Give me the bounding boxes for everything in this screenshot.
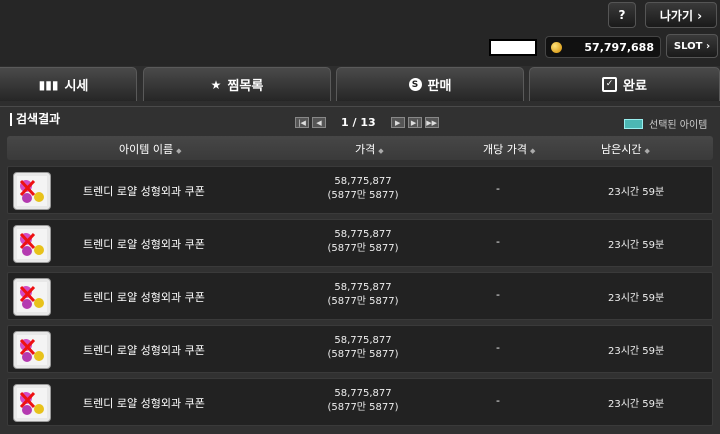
remaining-time: 23시간 59분 xyxy=(608,399,665,410)
last-page-icon[interactable]: ▶▶ xyxy=(424,117,439,128)
unit-price: - xyxy=(496,341,500,354)
sort-icon: ◆ xyxy=(378,147,384,155)
column-remaining-time[interactable]: 남은시간 ◆ xyxy=(601,141,650,157)
column-price[interactable]: 가격 ◆ xyxy=(355,141,384,157)
unit-price: - xyxy=(496,235,500,248)
price-korean: (5877만 5877) xyxy=(327,349,399,360)
item-icon xyxy=(13,278,51,316)
item-price: 58,775,877 (5877만 5877) xyxy=(313,175,413,203)
item-name: 트렌디 로얄 성형외과 쿠폰 xyxy=(83,185,205,198)
selected-label: 선택된 아이템 xyxy=(649,120,708,131)
table-header: 아이템 이름 ◆ 가격 ◆ 개당 가격 ◆ 남은시간 ◆ xyxy=(7,136,713,160)
sort-icon: ◆ xyxy=(529,147,536,155)
column-label: 가격 xyxy=(355,143,376,156)
item-price: 58,775,877 (5877만 5877) xyxy=(313,228,413,256)
price-value: 58,775,877 xyxy=(334,335,392,346)
first-page-icon[interactable]: |◀ xyxy=(295,117,309,128)
item-icon xyxy=(13,331,51,369)
column-unit-price[interactable]: 개당 가격 ◆ xyxy=(483,141,535,157)
remaining-time: 23시간 59분 xyxy=(608,240,665,251)
next-page-icon[interactable]: ▶ xyxy=(390,117,405,128)
tab-label: 판매 xyxy=(427,79,452,94)
meso-coin-icon xyxy=(551,41,562,53)
table-row[interactable]: 트렌디 로얄 성형외과 쿠폰 58,775,877 (5877만 5877) - … xyxy=(7,325,713,373)
help-button[interactable]: ? xyxy=(608,2,636,28)
column-label: 아이템 이름 xyxy=(119,143,174,156)
character-name-box xyxy=(489,39,537,56)
price-korean: (5877만 5877) xyxy=(327,296,399,307)
price-korean: (5877만 5877) xyxy=(327,402,399,413)
table-row[interactable]: 트렌디 로얄 성형외과 쿠폰 58,775,877 (5877만 5877) - … xyxy=(7,378,713,426)
price-value: 58,775,877 xyxy=(334,176,392,187)
bar-chart-icon: ▮▮▮ xyxy=(38,77,59,92)
column-label: 개당 가격 xyxy=(483,143,527,156)
selected-swatch xyxy=(624,118,643,129)
table-row[interactable]: 트렌디 로얄 성형외과 쿠폰 58,775,877 (5877만 5877) - … xyxy=(7,272,713,320)
item-icon xyxy=(13,384,51,422)
item-icon xyxy=(13,225,51,263)
pagination: |◀ ◀ 1 / 13 ▶ ▶| ▶▶ xyxy=(295,116,439,129)
item-icon xyxy=(13,172,51,210)
column-label: 남은시간 xyxy=(601,143,642,156)
page-separator: / xyxy=(352,116,357,129)
meso-balance: 57,797,688 xyxy=(545,36,661,58)
exit-button[interactable]: 나가기 › xyxy=(645,2,717,28)
s-coin-icon: S xyxy=(408,78,422,91)
unit-price: - xyxy=(496,394,500,407)
price-korean: (5877만 5877) xyxy=(327,190,399,201)
price-value: 58,775,877 xyxy=(334,388,392,399)
selected-items-toggle[interactable]: 선택된 아이템 xyxy=(624,116,707,131)
tab-wishlist[interactable]: ★ 찜목록 xyxy=(143,67,331,101)
price-value: 58,775,877 xyxy=(334,282,392,293)
sort-icon: ◆ xyxy=(176,147,182,155)
tab-market-price[interactable]: ▮▮▮ 시세 xyxy=(0,67,137,101)
table-row[interactable]: 트렌디 로얄 성형외과 쿠폰 58,775,877 (5877만 5877) - … xyxy=(7,166,713,214)
price-korean: (5877만 5877) xyxy=(327,243,399,254)
page-total: 13 xyxy=(360,116,376,129)
tab-label: 완료 xyxy=(623,79,647,94)
item-name: 트렌디 로얄 성형외과 쿠폰 xyxy=(83,344,205,357)
item-price: 58,775,877 (5877만 5877) xyxy=(313,281,413,309)
remaining-time: 23시간 59분 xyxy=(608,293,665,304)
tab-label: 시세 xyxy=(64,79,89,94)
page-indicator: 1 / 13 xyxy=(341,116,376,129)
results-title: 검색결과 xyxy=(10,113,60,126)
slot-button[interactable]: SLOT › xyxy=(666,34,718,58)
sort-icon: ◆ xyxy=(644,147,650,155)
unit-price: - xyxy=(496,288,500,301)
remaining-time: 23시간 59분 xyxy=(608,346,665,357)
price-value: 58,775,877 xyxy=(334,229,392,240)
column-item-name[interactable]: 아이템 이름 ◆ xyxy=(119,141,182,157)
item-price: 58,775,877 (5877만 5877) xyxy=(313,334,413,362)
item-name: 트렌디 로얄 성형외과 쿠폰 xyxy=(83,291,205,304)
tab-sell[interactable]: S 판매 xyxy=(336,67,524,101)
item-name: 트렌디 로얄 성형외과 쿠폰 xyxy=(83,238,205,251)
item-name: 트렌디 로얄 성형외과 쿠폰 xyxy=(83,397,205,410)
next-ten-icon[interactable]: ▶| xyxy=(407,117,422,128)
star-icon: ★ xyxy=(210,77,222,92)
page-current: 1 xyxy=(341,116,349,129)
meso-amount: 57,797,688 xyxy=(584,40,654,54)
tab-complete[interactable]: ✓ 완료 xyxy=(529,67,720,101)
remaining-time: 23시간 59분 xyxy=(608,187,665,198)
table-row[interactable]: 트렌디 로얄 성형외과 쿠폰 58,775,877 (5877만 5877) - … xyxy=(7,219,713,267)
unit-price: - xyxy=(496,182,500,195)
checkbox-icon: ✓ xyxy=(602,77,618,92)
item-price: 58,775,877 (5877만 5877) xyxy=(313,387,413,415)
prev-page-icon[interactable]: ◀ xyxy=(312,117,326,128)
tab-label: 찜목록 xyxy=(227,79,264,94)
